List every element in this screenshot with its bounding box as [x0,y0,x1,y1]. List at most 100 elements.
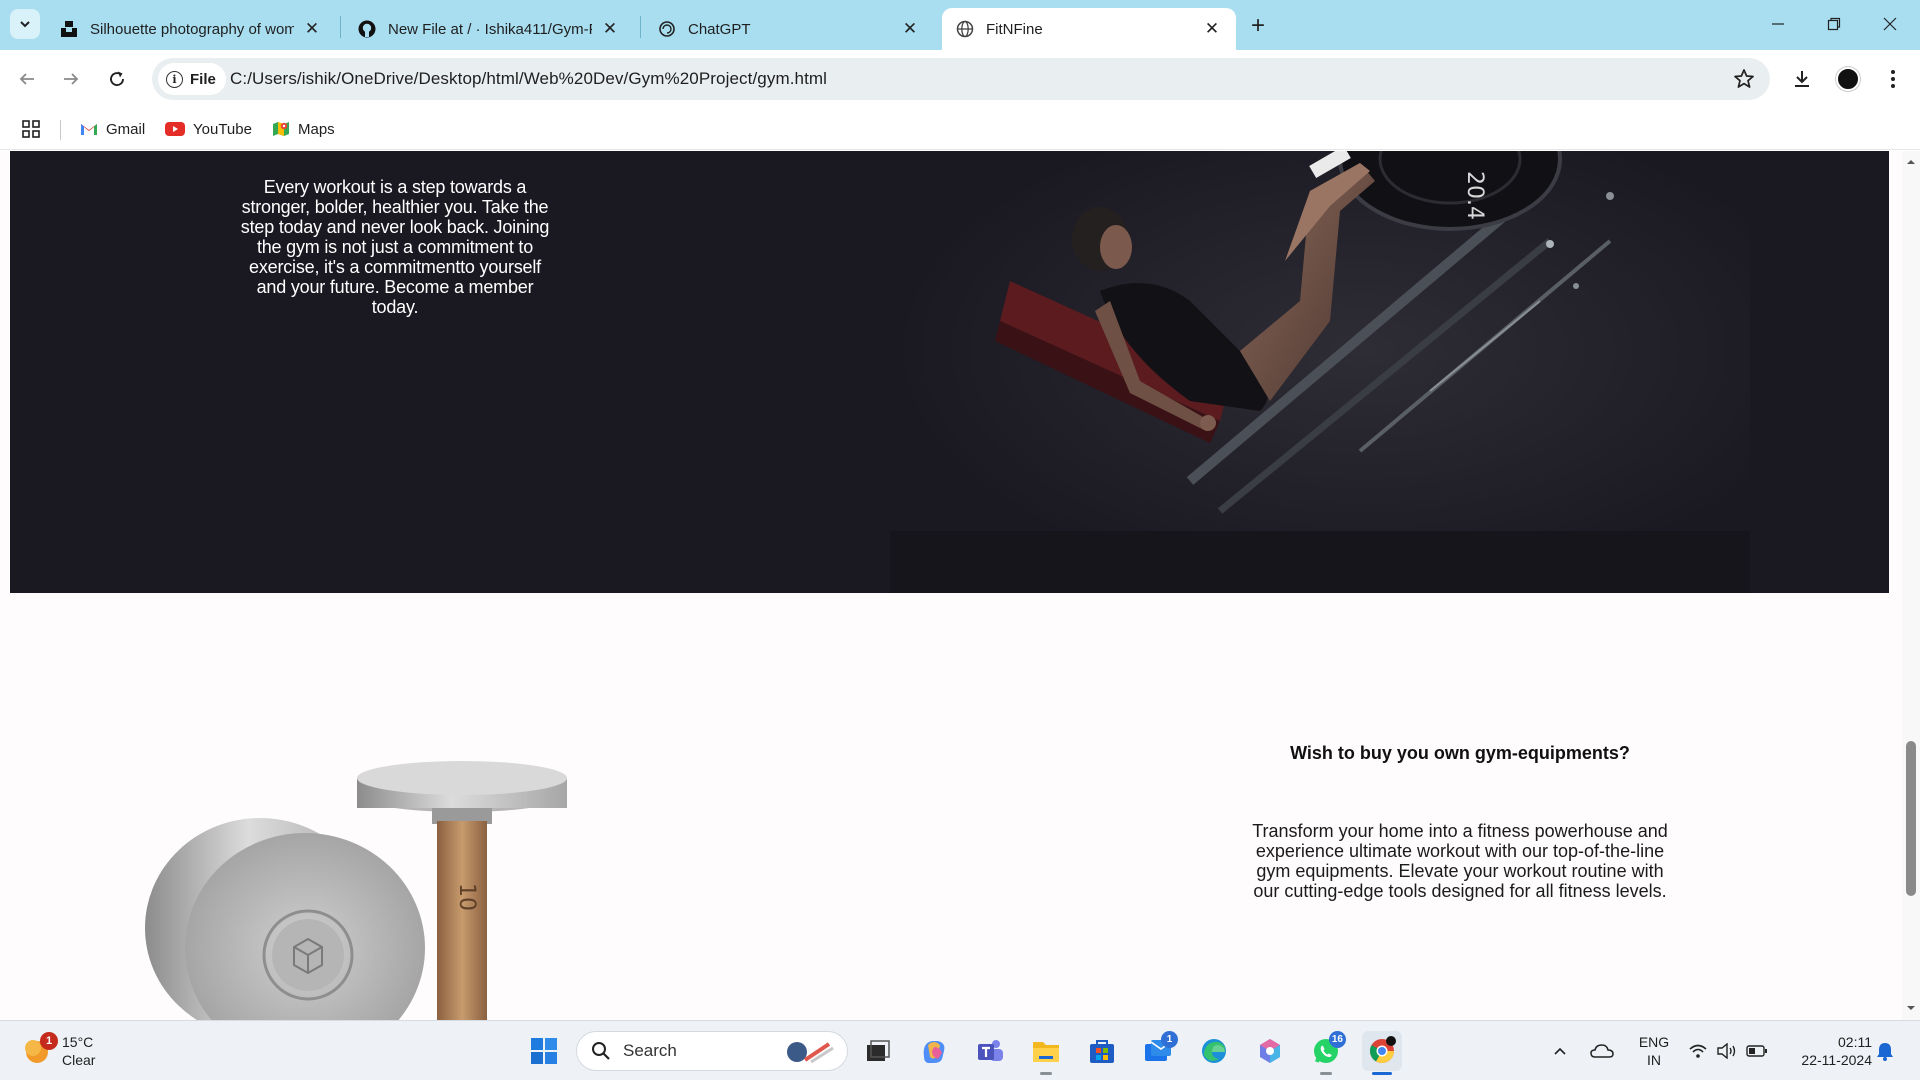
bookmark-label: Maps [298,120,335,138]
new-tab-button[interactable]: + [1244,12,1272,40]
whatsapp-badge: 16 [1328,1031,1346,1048]
browser-toolbar: i File C:/Users/ishik/OneDrive/Desktop/h… [0,50,1920,108]
close-tab-icon[interactable]: ✕ [302,19,322,39]
profile-button[interactable] [1831,62,1865,96]
tab-search-button[interactable] [10,9,40,39]
menu-button[interactable] [1876,62,1910,96]
active-app-indicator [1372,1072,1392,1075]
tab-title: Silhouette photography of wom [90,20,294,38]
tab-github[interactable]: New File at / · Ishika411/Gym-P ✕ [344,8,634,50]
dumbbell-image: 10 [145,761,567,1020]
weather-temperature: 15°C [62,1034,94,1050]
bookmark-youtube[interactable]: YouTube [165,116,252,142]
gmail-icon [80,122,98,136]
teams-icon[interactable] [970,1031,1010,1071]
equipment-description: Transform your home into a fitness power… [1252,821,1668,901]
minimize-button[interactable] [1750,0,1806,48]
equipment-section: 10 Wish to buy you own gym-equipments? T… [0,593,1902,1020]
hero-motivation-text: Every workout is a step towards a strong… [240,177,550,317]
search-placeholder: Search [623,1041,677,1060]
tab-separator [340,16,341,38]
scroll-down-arrow-icon[interactable] [1906,1003,1916,1013]
tab-fitnfine[interactable]: FitNFine ✕ [942,8,1236,50]
close-icon [1883,17,1897,31]
whatsapp-icon[interactable]: 16 [1306,1031,1346,1075]
notifications-bell-icon[interactable] [1876,1021,1894,1081]
language-line1: ENG [1638,1034,1670,1050]
photos-icon[interactable] [1250,1031,1290,1071]
url-text[interactable]: C:/Users/ishik/OneDrive/Desktop/html/Web… [230,69,827,89]
address-bar[interactable]: i File C:/Users/ishik/OneDrive/Desktop/h… [152,58,1770,100]
back-button[interactable] [10,62,44,96]
downloads-button[interactable] [1785,62,1819,96]
tab-chatgpt[interactable]: ChatGPT ✕ [644,8,934,50]
onedrive-icon[interactable] [1590,1021,1614,1081]
bookmark-label: YouTube [193,120,252,138]
weather-widget[interactable]: 1 15°C Clear [22,1031,95,1071]
more-vert-icon [1891,70,1895,88]
mail-icon[interactable]: 1 [1138,1031,1178,1071]
apps-button[interactable] [22,116,40,142]
file-explorer-icon[interactable] [1026,1031,1066,1075]
maps-icon [272,120,290,138]
membership-hero-section: Every workout is a step towards a strong… [10,151,1889,593]
weather-badge: 1 [40,1032,58,1050]
globe-icon [956,20,974,38]
info-icon: i [166,70,183,88]
bookmark-star-icon[interactable] [1732,67,1756,91]
reload-button[interactable] [100,62,134,96]
woman-leg-press-photo: 20.4 [890,151,1750,593]
avatar [1836,67,1860,91]
copilot-icon[interactable] [914,1031,954,1071]
windows-taskbar: 1 15°C Clear Search 1 16 ENG IN 02:11 22… [0,1020,1920,1080]
bookmark-label: Gmail [106,120,146,138]
bookmark-gmail[interactable]: Gmail [80,116,145,142]
running-indicator [1040,1072,1052,1075]
battery-icon[interactable] [1746,1021,1768,1081]
chevron-up-icon [1554,1047,1566,1055]
download-icon [1795,71,1809,87]
edge-icon[interactable] [1194,1031,1234,1071]
tab-title: New File at / · Ishika411/Gym-P [388,20,592,38]
language-line2: IN [1647,1052,1661,1068]
taskbar-search-box[interactable]: Search [576,1031,848,1071]
task-view-icon[interactable] [858,1031,898,1071]
close-tab-icon[interactable]: ✕ [600,19,620,39]
clock-time: 02:11 [1838,1034,1872,1050]
page-scrollbar[interactable] [1902,151,1920,1020]
microsoft-store-icon[interactable] [1082,1031,1122,1071]
show-hidden-icons-button[interactable] [1552,1021,1568,1081]
running-indicator [1320,1072,1332,1075]
reload-icon [110,71,124,86]
weather-sun-icon: 1 [22,1032,58,1066]
arrow-right-icon [64,73,79,85]
bookmarks-divider [60,120,61,140]
unsplash-icon [60,20,78,38]
tab-title: FitNFine [986,20,1043,38]
site-info-chip[interactable]: i File [158,63,226,95]
scrollbar-thumb[interactable] [1906,741,1916,896]
wifi-icon[interactable] [1688,1021,1708,1081]
tab-separator [640,16,641,38]
close-window-button[interactable] [1862,0,1918,48]
chrome-icon[interactable] [1362,1031,1402,1075]
restore-button[interactable] [1806,0,1862,48]
chevron-down-icon [20,21,30,28]
tab-unsplash[interactable]: Silhouette photography of wom ✕ [46,8,336,50]
page-viewport[interactable]: Every workout is a step towards a strong… [0,151,1902,1020]
clock-widget[interactable]: 02:11 22-11-2024 [1780,1033,1872,1069]
youtube-icon [165,122,185,136]
bookmark-maps[interactable]: Maps [272,116,335,142]
start-button[interactable] [524,1031,564,1071]
close-tab-icon[interactable]: ✕ [900,19,920,39]
close-tab-icon[interactable]: ✕ [1202,19,1222,39]
arrow-left-icon [19,73,34,85]
volume-icon[interactable] [1716,1021,1738,1081]
windows-logo-icon [531,1038,557,1064]
apps-grid-icon [22,120,40,138]
scroll-up-arrow-icon[interactable] [1906,157,1916,167]
clock-date: 22-11-2024 [1801,1052,1872,1068]
mail-badge: 1 [1161,1031,1178,1048]
language-indicator[interactable]: ENG IN [1636,1033,1672,1069]
forward-button[interactable] [54,62,88,96]
